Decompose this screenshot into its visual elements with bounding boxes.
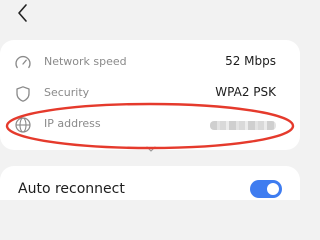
security-row: Security WPA2 PSK <box>0 80 300 108</box>
network-speed-label: Network speed <box>44 55 127 68</box>
security-value: WPA2 PSK <box>215 85 276 99</box>
network-speed-value: 52 Mbps <box>225 54 276 68</box>
speedometer-icon <box>14 54 32 72</box>
auto-reconnect-label: Auto reconnect <box>18 181 125 197</box>
wifi-network-details-screen: Network speed 52 Mbps Security WPA2 PSK … <box>0 0 300 200</box>
globe-icon <box>14 116 32 134</box>
shield-icon <box>14 85 32 103</box>
ip-address-row: IP address <box>0 111 300 139</box>
ip-address-label: IP address <box>44 117 101 130</box>
ip-address-redacted-value <box>210 121 276 130</box>
expand-details-button[interactable] <box>146 137 156 152</box>
back-button[interactable] <box>14 2 34 24</box>
security-label: Security <box>44 86 90 99</box>
auto-reconnect-toggle[interactable] <box>250 180 282 198</box>
chevron-down-icon <box>146 146 156 152</box>
network-speed-row: Network speed 52 Mbps <box>0 49 300 77</box>
chevron-left-icon <box>18 4 27 22</box>
toggle-knob <box>267 183 279 195</box>
